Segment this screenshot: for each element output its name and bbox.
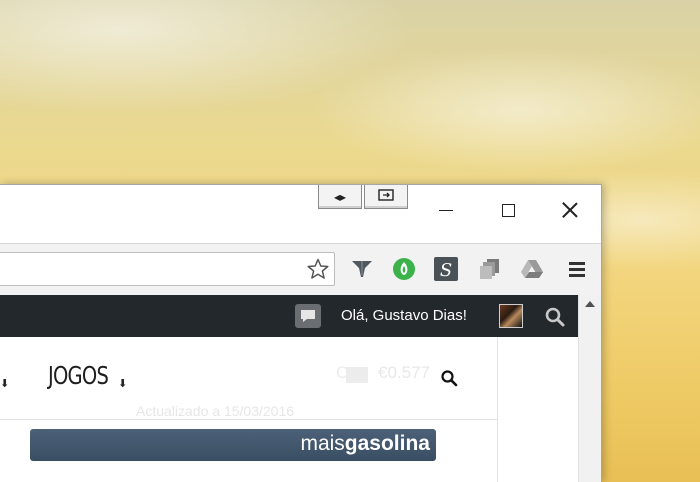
snap-assist-left-button[interactable]: ◂▸ — [318, 185, 362, 209]
banner-text-regular: mais — [300, 432, 345, 455]
updated-date-text: Actualizado a 15/03/2016 — [136, 403, 295, 419]
stack-extension-icon[interactable] — [478, 257, 502, 281]
fuel-price: €0.577 — [378, 363, 430, 382]
vertical-scrollbar[interactable] — [578, 295, 601, 482]
desktop-wallpaper: ◂▸ S Olá, Gustavo Dias! ⬇ JOGOS ⬇ C €0.5… — [0, 0, 700, 482]
menu-icon[interactable] — [565, 257, 589, 281]
sidebar-divider — [497, 337, 498, 482]
snap-assist-right-button[interactable] — [364, 185, 408, 209]
nav-jogos-dropdown-arrow-icon[interactable]: ⬇ — [118, 377, 127, 390]
user-greeting[interactable]: Olá, Gustavo Dias! — [341, 307, 467, 324]
page-content: ⬇ JOGOS ⬇ C €0.577 Actualizado a 15/03/2… — [0, 337, 578, 482]
bookmark-star-icon[interactable] — [306, 257, 330, 281]
window-dock-icon — [378, 189, 394, 204]
green-leaf-extension-icon[interactable] — [392, 257, 416, 281]
nav-item-jogos[interactable]: JOGOS — [48, 361, 109, 390]
browser-window: ◂▸ S Olá, Gustavo Dias! ⬇ JOGOS ⬇ C €0.5… — [0, 184, 602, 482]
scroll-up-arrow-icon[interactable] — [585, 301, 595, 307]
close-icon — [562, 202, 578, 218]
funnel-extension-icon[interactable] — [350, 257, 374, 281]
maximize-icon — [501, 203, 515, 217]
divider — [0, 419, 497, 420]
browser-toolbar: S — [0, 243, 601, 295]
minimize-icon — [439, 209, 453, 211]
maximize-button[interactable] — [484, 190, 532, 230]
site-admin-bar: Olá, Gustavo Dias! — [0, 295, 578, 337]
svg-text:S: S — [440, 260, 452, 281]
close-button[interactable] — [546, 190, 594, 230]
fuel-pump-icon — [346, 367, 368, 383]
title-bar: ◂▸ — [0, 185, 601, 243]
search-icon[interactable] — [440, 369, 458, 387]
search-icon[interactable] — [544, 306, 566, 328]
drive-extension-icon[interactable] — [520, 257, 544, 281]
minimize-button[interactable] — [422, 190, 470, 230]
banner-text-bold: gasolina — [344, 432, 430, 455]
resize-arrows-icon: ◂▸ — [333, 189, 347, 204]
comment-bubble-icon[interactable] — [295, 304, 321, 328]
s-extension-icon[interactable]: S — [434, 257, 458, 281]
banner-logo-text: maisgasolina — [300, 432, 430, 456]
avatar[interactable] — [499, 304, 523, 328]
maisgasolina-banner[interactable]: maisgasolina — [30, 429, 436, 461]
nav-dropdown-arrow-icon[interactable]: ⬇ — [0, 377, 9, 390]
address-bar[interactable] — [0, 252, 335, 286]
